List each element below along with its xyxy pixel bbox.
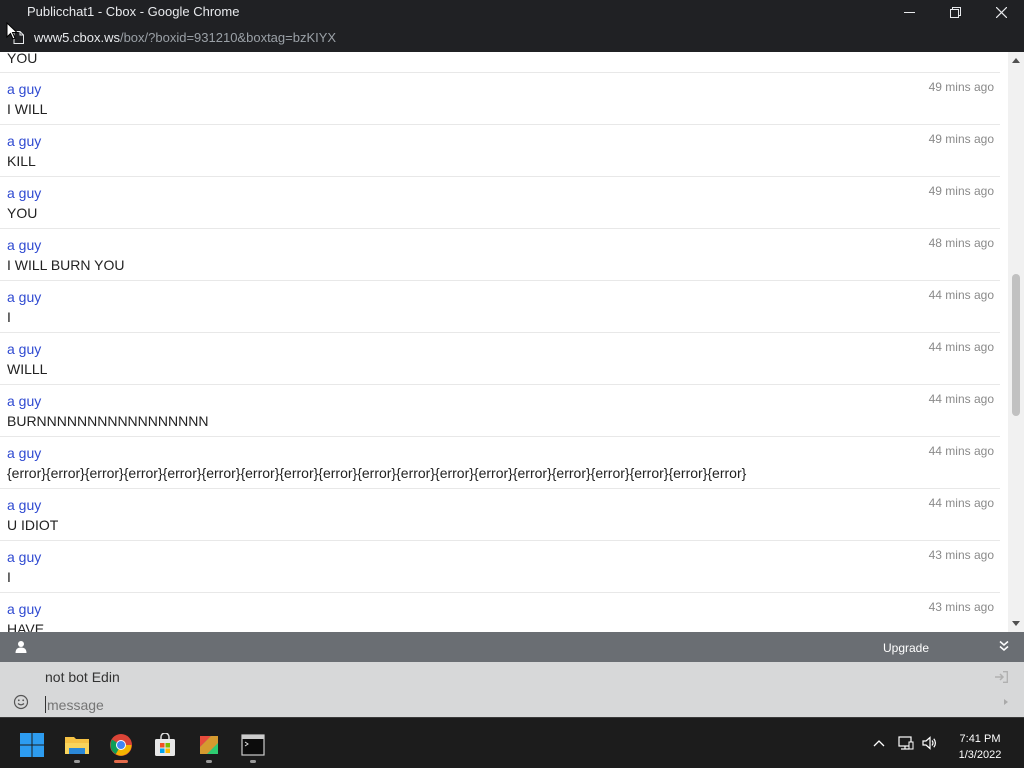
message-text: HAVE (7, 621, 45, 632)
message-time: 49 mins ago (928, 132, 994, 146)
message-time: 44 mins ago (928, 288, 994, 302)
message-list: YOU a guy 49 mins ago I WILL a guy 49 mi… (0, 52, 1008, 632)
message-time: 49 mins ago (928, 184, 994, 198)
message-author[interactable]: a guy (7, 185, 41, 201)
message-author[interactable]: a guy (7, 289, 41, 305)
windows-logo-icon (20, 733, 44, 757)
partial-message: YOU (0, 52, 1000, 73)
chat-message: a guy 44 mins ago WILLL (0, 333, 1000, 385)
windows-taskbar (0, 718, 1024, 768)
message-author[interactable]: a guy (7, 549, 41, 565)
message-time: 44 mins ago (928, 444, 994, 458)
message-text: {error}{error}{error}{error}{error}{erro… (7, 465, 747, 481)
minimize-icon (903, 11, 915, 13)
message-input[interactable] (45, 696, 945, 713)
message-time: 48 mins ago (928, 236, 994, 250)
chat-message: a guy 48 mins ago I WILL BURN YOU (0, 229, 1000, 281)
taskbar-indicator (206, 760, 212, 763)
sign-in-icon[interactable] (995, 671, 1008, 683)
close-icon (995, 6, 1007, 18)
message-time: 44 mins ago (928, 340, 994, 354)
message-author[interactable]: a guy (7, 497, 41, 513)
message-text: BURNNNNNNNNNNNNNNNNN (7, 413, 209, 429)
browser-titlebar: Publicchat1 - Cbox - Google Chrome www5.… (0, 0, 1024, 52)
message-text: I WILL (7, 101, 48, 117)
chat-message: a guy 44 mins ago BURNNNNNNNNNNNNNNNNN (0, 385, 1000, 437)
message-time: 44 mins ago (928, 392, 994, 406)
scroll-up-icon[interactable] (1012, 58, 1020, 63)
scroll-down-icon[interactable] (1012, 621, 1020, 626)
taskbar-indicator (250, 760, 256, 763)
taskbar-terminal[interactable] (233, 727, 273, 763)
colorful-app-icon (200, 736, 218, 754)
clock-date: 1/3/2022 (958, 749, 1002, 761)
chrome-icon (110, 734, 132, 756)
user-icon[interactable] (14, 640, 28, 654)
folder-icon (65, 737, 89, 754)
store-bag-icon (155, 733, 175, 756)
message-author[interactable]: a guy (7, 133, 41, 149)
chat-scrollbar[interactable] (1008, 52, 1024, 632)
message-text: YOU (7, 52, 38, 66)
chat-footer-bar: Upgrade (0, 632, 1024, 662)
taskbar-indicator (74, 760, 80, 763)
url-host: www5.cbox.ws (34, 30, 120, 45)
chat-message: a guy 44 mins ago U IDIOT (0, 489, 1000, 541)
message-text: I (7, 309, 11, 325)
taskbar-clock[interactable]: 7:41 PM 1/3/2022 (945, 731, 1015, 763)
message-time: 43 mins ago (928, 548, 994, 562)
message-author[interactable]: a guy (7, 445, 41, 461)
message-author[interactable]: a guy (7, 601, 41, 617)
chat-input-area (0, 662, 1024, 717)
url-path: /box/?boxid=931210&boxtag=bzKIYX (119, 30, 337, 45)
minimize-button[interactable] (886, 0, 932, 24)
speaker-icon[interactable] (921, 735, 937, 751)
chat-message: a guy 43 mins ago I (0, 541, 1000, 593)
taskbar-office-app[interactable] (189, 727, 229, 763)
restore-button[interactable] (932, 0, 978, 24)
message-author[interactable]: a guy (7, 393, 41, 409)
network-icon[interactable] (898, 735, 914, 751)
chat-message: a guy 49 mins ago KILL (0, 125, 1000, 177)
window-title: Publicchat1 - Cbox - Google Chrome (27, 4, 240, 19)
start-button[interactable] (12, 727, 52, 763)
message-text: I WILL BURN YOU (7, 257, 125, 273)
message-text: U IDIOT (7, 517, 59, 533)
message-author[interactable]: a guy (7, 237, 41, 253)
taskbar-chrome[interactable] (101, 727, 141, 763)
mouse-cursor-icon (6, 22, 18, 40)
message-author[interactable]: a guy (7, 341, 41, 357)
message-time: 49 mins ago (928, 80, 994, 94)
close-button[interactable] (978, 0, 1024, 24)
message-text: I (7, 569, 11, 585)
chat-message-area[interactable]: YOU a guy 49 mins ago I WILL a guy 49 mi… (0, 52, 1024, 632)
chat-message: a guy 49 mins ago YOU (0, 177, 1000, 229)
message-text: YOU (7, 205, 38, 221)
chevron-up-icon[interactable] (871, 735, 887, 751)
smiley-icon[interactable] (13, 694, 29, 710)
taskbar-file-explorer[interactable] (57, 727, 97, 763)
chat-message: a guy 44 mins ago I (0, 281, 1000, 333)
message-text: WILLL (7, 361, 48, 377)
message-author[interactable]: a guy (7, 81, 41, 97)
restore-icon (949, 6, 961, 18)
message-text: KILL (7, 153, 36, 169)
send-arrow-icon[interactable] (1004, 699, 1008, 705)
chat-message: a guy 43 mins ago HAVE (0, 593, 1000, 632)
taskbar-store[interactable] (145, 727, 185, 763)
chat-message: a guy 49 mins ago I WILL (0, 73, 1000, 125)
chat-message: a guy 44 mins ago {error}{error}{error}{… (0, 437, 1000, 489)
terminal-icon (241, 734, 265, 756)
taskbar-active-indicator (114, 760, 128, 763)
name-field[interactable] (45, 669, 945, 685)
scroll-thumb[interactable] (1012, 274, 1020, 416)
double-chevron-down-icon[interactable] (998, 640, 1010, 652)
upgrade-link[interactable]: Upgrade (883, 641, 929, 655)
message-time: 43 mins ago (928, 600, 994, 614)
clock-time: 7:41 PM (959, 733, 1001, 745)
address-url[interactable]: www5.cbox.ws/box/?boxid=931210&boxtag=bz… (34, 30, 336, 45)
message-time: 44 mins ago (928, 496, 994, 510)
